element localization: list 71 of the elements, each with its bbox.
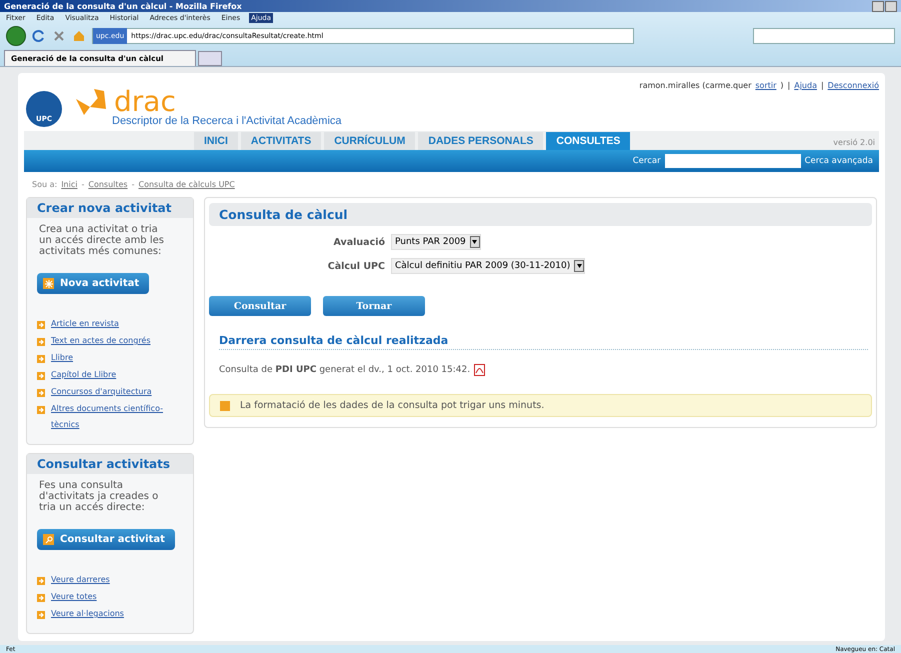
breadcrumb-link[interactable]: Consultes <box>88 180 128 189</box>
search-icon <box>43 534 54 545</box>
separator: | <box>820 81 824 90</box>
user-name: ramon.miralles (carme.quer <box>639 81 752 90</box>
breadcrumb-label: Sou a: <box>32 180 58 189</box>
sidebar-link[interactable]: Veure darreres <box>51 572 110 588</box>
arrow-icon <box>37 372 45 380</box>
paren-text: ) <box>780 81 784 90</box>
section-title: Consulta de càlcul <box>209 203 872 226</box>
sidebar-link[interactable]: Capítol de Llibre <box>51 367 116 383</box>
form-button[interactable]: Tornar <box>323 296 425 316</box>
caret-icon <box>574 260 584 272</box>
arrow-icon <box>37 338 45 346</box>
notice-text: La formatació de les dades de la consulta pot trigar uns minuts. <box>240 400 544 411</box>
close-icon[interactable] <box>52 29 66 43</box>
separator: - <box>132 180 134 189</box>
sidebar-link[interactable]: Text en actes de congrés <box>51 333 151 349</box>
arrow-icon <box>37 611 45 619</box>
panel-title: Crear nova activitat <box>27 198 193 218</box>
arrow-icon <box>37 321 45 329</box>
search-label: Cercar <box>632 156 661 166</box>
nav-tab[interactable]: DADES PERSONALS <box>418 132 544 150</box>
field-label: Càlcul UPC <box>326 260 385 272</box>
arrow-icon <box>37 594 45 602</box>
breadcrumb-link[interactable]: Consulta de càlculs UPC <box>138 180 235 189</box>
sidebar-link[interactable]: Concursos d'arquitectura <box>51 384 152 400</box>
action-button[interactable]: Nova activitat <box>37 273 150 294</box>
brand-name: drac <box>114 88 176 116</box>
panel-title: Consultar activitats <box>27 454 193 474</box>
pdf-icon[interactable] <box>474 364 486 376</box>
nav-tab[interactable]: ACTIVITATS <box>240 132 322 150</box>
star-icon <box>43 278 54 289</box>
nav-tab[interactable]: INICI <box>194 132 238 150</box>
separator: | <box>788 81 790 90</box>
action-button[interactable]: Consultar activitat <box>37 529 175 550</box>
window-title: Generació de la consulta d'un càlcul - Mozilla Firefox <box>4 2 242 10</box>
search-field[interactable] <box>753 28 895 44</box>
arrow-icon <box>37 406 45 414</box>
field-label: Avaluació <box>332 236 385 248</box>
sidebar-link[interactable]: Veure totes <box>51 589 97 605</box>
nav-tab[interactable]: CURRÍCULUM <box>324 132 416 150</box>
header-link[interactable]: Desconnexió <box>828 81 879 90</box>
sidebar-link[interactable]: Altres documents científico-tècnics <box>51 401 177 433</box>
sidebar-link[interactable]: Article en revista <box>51 316 119 332</box>
breadcrumb-link[interactable]: Inici <box>61 180 78 189</box>
logout-link[interactable]: sortir <box>755 81 776 90</box>
site-subtitle: Descriptor de la Recerca i l'Activitat Acadèmica <box>112 115 342 127</box>
form-button[interactable]: Consultar <box>209 296 311 316</box>
sidebar-link[interactable]: Llibre <box>51 350 74 366</box>
select-field[interactable]: Càlcul definitiu PAR 2009 (30-11-2010) <box>391 258 586 274</box>
last-query-text: Consulta de PDI UPC generat el dv., 1 oct. 2010 15:42. <box>219 365 470 375</box>
caret-icon <box>470 236 480 248</box>
arrow-icon <box>37 355 45 363</box>
nav-tab[interactable]: CONSULTES <box>546 132 630 150</box>
separator: - <box>81 180 84 189</box>
advanced-search-link[interactable]: Cerca avançada <box>804 156 873 166</box>
minimize-button[interactable] <box>872 0 884 12</box>
panel-text: Crea una activitat o tria un accés directe amb les activitats més comunes: <box>39 224 165 257</box>
arrow-icon <box>37 577 45 585</box>
sidebar-link[interactable]: Veure al·legacions <box>51 606 124 622</box>
header-link[interactable]: Ajuda <box>794 81 817 90</box>
new-tab-button[interactable] <box>198 51 222 66</box>
subsection-title: Darrera consulta de càlcul realitzada <box>219 334 868 350</box>
panel-text: Fes una consulta d'activitats ja creades o tria un accés directe: <box>39 480 160 513</box>
arrow-icon <box>37 389 45 397</box>
back-button[interactable] <box>6 26 26 46</box>
maximize-button[interactable] <box>885 0 897 12</box>
version-label: versió 2.0i <box>833 138 876 149</box>
select-field[interactable]: Punts PAR 2009 <box>391 234 481 250</box>
search-input[interactable] <box>664 154 801 168</box>
reload-icon[interactable] <box>32 29 46 43</box>
